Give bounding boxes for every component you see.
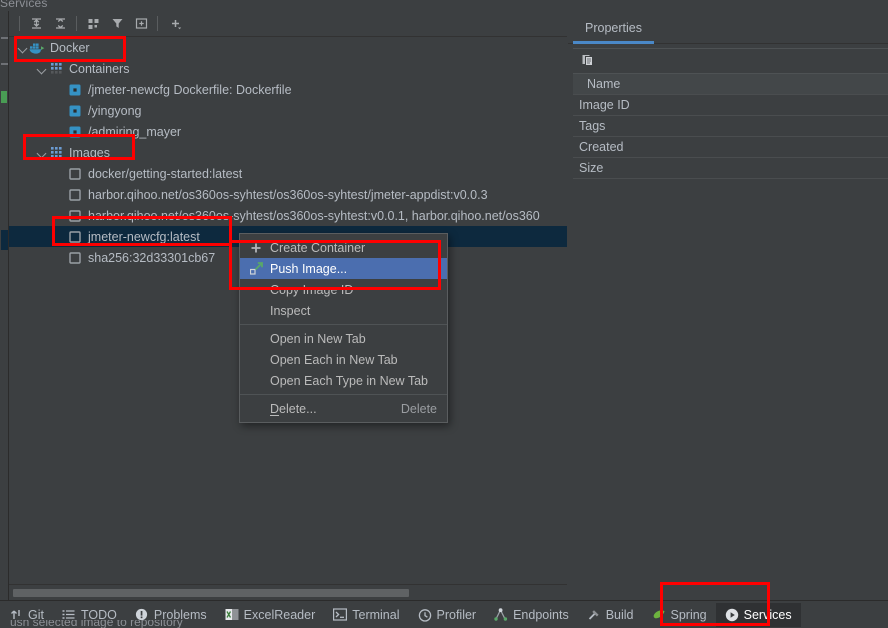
property-row-label: Created [579,140,624,154]
rail-marker-green [1,91,7,103]
tree-row-label: harbor.qihoo.net/os360os-syhtest/os360os… [88,208,540,223]
menu-item-label: Create Container [270,240,366,255]
horizontal-scrollbar-thumb[interactable] [13,589,409,597]
tree-row-label: /admiring_mayer [88,124,182,139]
add-tab-icon[interactable] [129,12,153,36]
menu-item-label: Open Each Type in New Tab [270,373,428,388]
menu-item[interactable]: Create Container [240,237,447,258]
tree-row-label: sha256:32d33301cb67 [88,250,216,265]
tree-row-label: harbor.qihoo.net/os360os-syhtest/os360os… [88,187,488,202]
menu-item-label: Delete... [270,401,317,416]
properties-rows: Name Image ID Tags Created Size [573,74,888,179]
property-row[interactable]: Image ID [573,95,888,116]
menu-item[interactable]: Open Each in New Tab [240,349,447,370]
tree-row[interactable]: docker/getting-started:latest [9,163,567,184]
properties-toolbar [573,49,888,74]
expand-all-icon[interactable] [24,12,48,36]
container-icon [67,103,83,119]
container-icon [67,124,83,140]
menu-item-label: Copy Image ID [270,282,354,297]
images-grid-icon [48,145,64,161]
property-row[interactable]: Name [573,74,888,95]
status-hint-text-cutoff: ush selected image to repository [0,620,888,628]
chevron-down-icon[interactable] [35,62,48,75]
horizontal-scrollbar[interactable] [9,584,567,600]
tree-row[interactable]: harbor.qihoo.net/os360os-syhtest/os360os… [9,205,567,226]
menu-item[interactable]: Delete... Delete [240,398,447,419]
menu-item-accelerator: Delete [400,401,437,416]
tree-row-label: /yingyong [88,103,142,118]
property-row-label: Tags [579,119,606,133]
menu-item-label: Push Image... [270,261,348,276]
tree-row-label: /jmeter-newcfg Dockerfile: Dockerfile [88,82,292,97]
window-title-strip: Services [0,0,888,11]
tree-row-label: Docker [50,40,90,55]
menu-separator [240,324,447,325]
rail-marker-selection [1,230,8,250]
property-row-label: Image ID [579,98,630,112]
properties-tabbar: Properties [568,11,888,44]
containers-grid-icon [48,61,64,77]
tree-row[interactable]: Containers [9,58,567,79]
plus-icon [248,242,264,254]
image-icon [67,166,83,182]
collapse-all-icon[interactable] [48,12,72,36]
left-tool-rail[interactable] [0,11,9,600]
menu-item[interactable]: Open in New Tab [240,328,447,349]
status-hint-label: ush selected image to repository [10,620,183,628]
container-icon [67,82,83,98]
image-icon [67,187,83,203]
rail-tick [1,37,8,39]
property-row-label: Size [579,161,604,175]
tree-row[interactable]: Images [9,142,567,163]
menu-item[interactable]: Inspect [240,300,447,321]
menu-item[interactable]: Open Each Type in New Tab [240,370,447,391]
property-row-label: Name [587,77,621,91]
push-image-icon [248,262,264,275]
add-service-icon[interactable] [162,12,186,36]
tab-properties-label: Properties [585,20,642,35]
menu-item-label: Open Each in New Tab [270,352,398,367]
window-title: Services [0,0,48,10]
menu-item-label: Open in New Tab [270,331,366,346]
services-tool-window: Services Docker Containers /jmeter-newcf… [0,0,888,628]
tree-row[interactable]: /yingyong [9,100,567,121]
tab-active-underline [573,41,654,44]
menu-separator [240,394,447,395]
menu-item-label: Inspect [270,303,311,318]
group-by-icon[interactable] [81,12,105,36]
tree-row[interactable]: harbor.qihoo.net/os360os-syhtest/os360os… [9,184,567,205]
tree-row-label: Containers [69,61,130,76]
menu-item[interactable]: Push Image... [240,258,447,279]
property-row[interactable]: Size [573,158,888,179]
tree-row-label: docker/getting-started:latest [88,166,243,181]
copy-properties-icon[interactable] [581,53,595,70]
tree-row-label: Images [69,145,110,160]
rail-tick [1,63,8,65]
property-row[interactable]: Created [573,137,888,158]
tab-properties[interactable]: Properties [573,11,654,44]
tree-toolbar [9,11,567,37]
tree-row-label: jmeter-newcfg:latest [88,229,200,244]
tree-row[interactable]: /jmeter-newcfg Dockerfile: Dockerfile [9,79,567,100]
properties-panel: Properties Name Image ID Tags Created Size [568,11,888,600]
image-icon [67,208,83,224]
properties-body: Name Image ID Tags Created Size [573,48,888,600]
property-row[interactable]: Tags [573,116,888,137]
menu-item[interactable]: Copy Image ID [240,279,447,300]
chevron-down-icon[interactable] [16,41,29,54]
image-icon [67,250,83,266]
docker-whale-icon [29,40,45,56]
chevron-down-icon[interactable] [35,146,48,159]
image-icon [67,229,83,245]
image-context-menu[interactable]: Create Container Push Image... Copy Image … [239,233,448,423]
tree-row[interactable]: Docker [9,37,567,58]
tree-row[interactable]: /admiring_mayer [9,121,567,142]
filter-icon[interactable] [105,12,129,36]
